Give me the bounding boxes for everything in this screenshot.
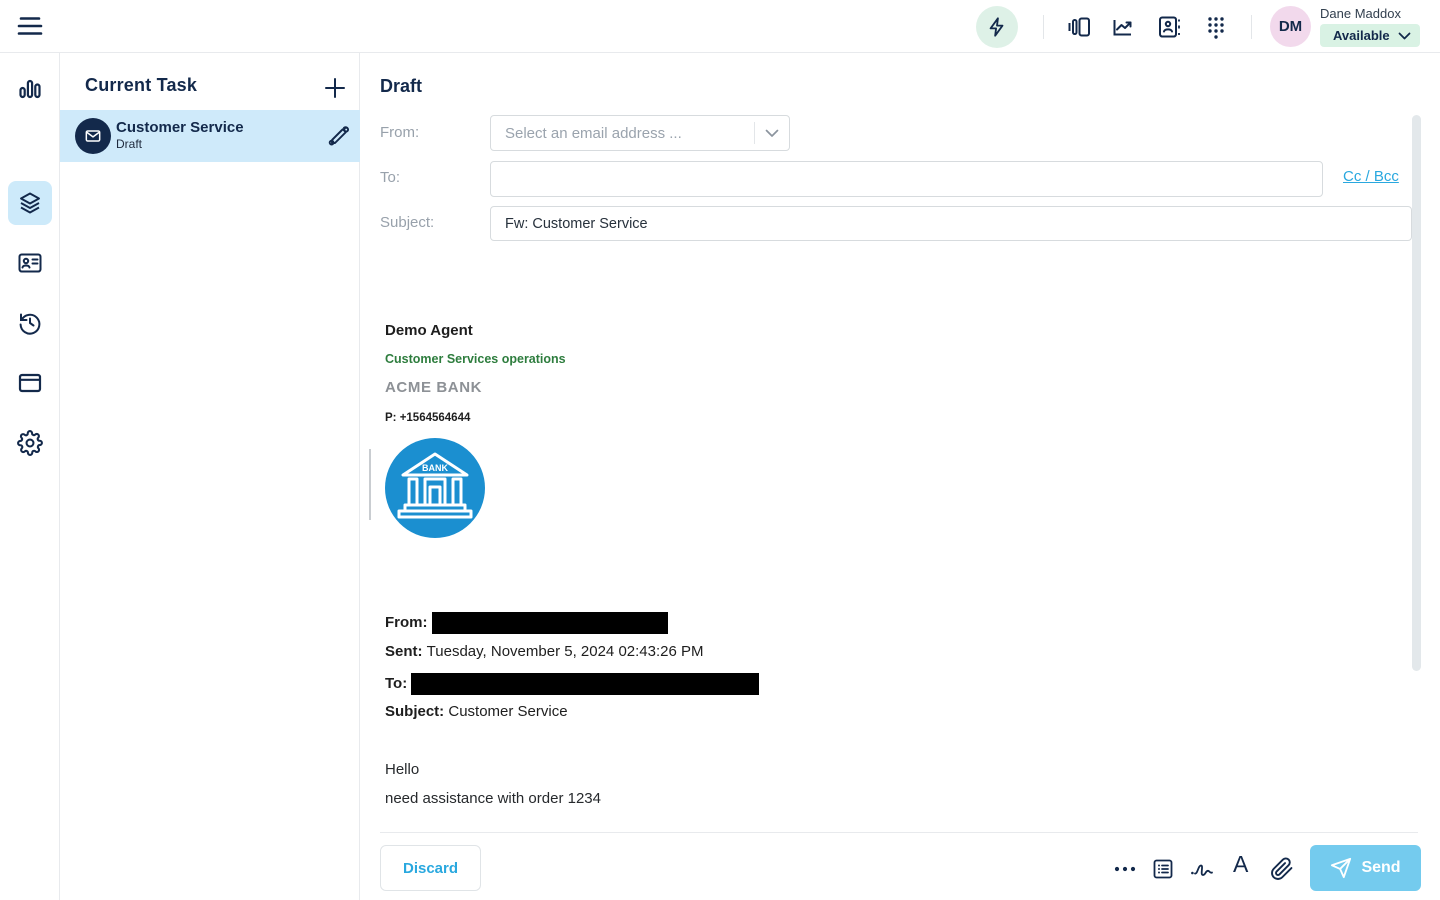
nav-browser-icon[interactable] <box>17 370 43 396</box>
bank-logo-text: BANK <box>422 463 448 473</box>
nav-tasks-icon[interactable] <box>17 190 43 216</box>
signature-phone: P: +1564564644 <box>385 412 470 424</box>
discard-button[interactable]: Discard <box>380 845 481 891</box>
app-window: DM Dane Maddox Available Cu <box>0 0 1440 900</box>
to-recipients-input[interactable] <box>490 161 1323 197</box>
font-format-icon[interactable]: A <box>1233 853 1248 876</box>
to-field-label: To: <box>380 169 400 186</box>
subject-field-label: Subject: <box>380 214 434 231</box>
template-list-icon[interactable] <box>1151 857 1175 881</box>
chevron-down-icon <box>755 129 789 138</box>
signature-icon[interactable] <box>1189 857 1213 881</box>
signature-name: Demo Agent <box>385 322 473 339</box>
hamburger-menu-icon[interactable] <box>16 13 44 39</box>
availability-dropdown[interactable]: Available <box>1320 24 1420 47</box>
lightning-icon <box>986 16 1008 38</box>
contacts-book-icon[interactable] <box>1156 14 1182 40</box>
chevron-down-icon <box>1398 32 1411 40</box>
header-divider <box>1043 15 1044 39</box>
header-divider <box>1251 15 1252 39</box>
body-line: need assistance with order 1234 <box>385 790 601 807</box>
line-chart-icon[interactable] <box>1110 14 1136 40</box>
quote-bar <box>369 449 371 520</box>
quoted-subject-label: Subject: <box>385 703 444 720</box>
left-nav-rail <box>0 53 60 900</box>
task-panel-title: Current Task <box>85 75 197 96</box>
footer-divider <box>380 832 1418 833</box>
cc-bcc-link[interactable]: Cc / Bcc <box>1343 168 1399 185</box>
redacted-to-address <box>411 673 759 695</box>
quoted-sent-value: Tuesday, November 5, 2024 02:43:26 PM <box>427 643 704 660</box>
body-line: Hello <box>385 761 419 778</box>
send-button[interactable]: Send <box>1310 845 1421 891</box>
task-panel <box>60 53 360 900</box>
availability-status-label: Available <box>1333 28 1390 43</box>
quoted-sent-row: Sent: Tuesday, November 5, 2024 02:43:26… <box>385 643 704 660</box>
top-header: DM Dane Maddox Available <box>0 0 1440 53</box>
user-avatar[interactable]: DM <box>1270 6 1311 47</box>
task-list-item[interactable]: Customer Service Draft <box>60 110 360 162</box>
quoted-from-label: From: <box>385 614 428 631</box>
quoted-subject-row: Subject: Customer Service <box>385 703 568 720</box>
bank-logo: BANK <box>385 438 485 538</box>
panels-view-icon[interactable] <box>1066 14 1092 40</box>
task-item-subtitle: Draft <box>116 137 142 151</box>
email-task-icon <box>75 118 111 154</box>
user-name: Dane Maddox <box>1320 6 1401 21</box>
from-field-label: From: <box>380 124 419 141</box>
quoted-sent-label: Sent: <box>385 643 423 660</box>
signature-role: Customer Services operations <box>385 352 566 366</box>
nav-history-icon[interactable] <box>17 310 43 336</box>
redacted-from-address <box>432 612 668 634</box>
scrollbar[interactable] <box>1412 115 1421 671</box>
dialpad-icon[interactable] <box>1203 14 1229 40</box>
signature-company: ACME BANK <box>385 379 482 396</box>
send-plane-icon <box>1330 857 1352 879</box>
email-body-editor[interactable]: Demo Agent Customer Services operations … <box>380 245 1412 832</box>
quoted-from-row: From: <box>385 612 668 634</box>
quoted-subject-value: Customer Service <box>448 703 567 720</box>
attachment-icon[interactable] <box>1270 857 1294 881</box>
quoted-to-label: To: <box>385 675 407 692</box>
nav-contacts-icon[interactable] <box>17 250 43 276</box>
from-address-select[interactable]: Select an email address ... <box>490 115 790 151</box>
edit-draft-icon[interactable] <box>326 123 352 149</box>
compose-title: Draft <box>380 76 422 97</box>
nav-dashboard-icon[interactable] <box>17 77 43 103</box>
send-button-label: Send <box>1361 859 1400 877</box>
add-task-button[interactable] <box>322 75 348 101</box>
nav-settings-icon[interactable] <box>17 430 43 456</box>
subject-input[interactable] <box>490 206 1412 241</box>
more-options-icon[interactable] <box>1113 860 1137 884</box>
task-item-title: Customer Service <box>116 119 244 136</box>
quick-actions-button[interactable] <box>976 6 1018 48</box>
avatar-initials: DM <box>1279 18 1302 35</box>
quoted-to-row: To: <box>385 673 759 695</box>
from-select-placeholder: Select an email address ... <box>491 125 754 142</box>
